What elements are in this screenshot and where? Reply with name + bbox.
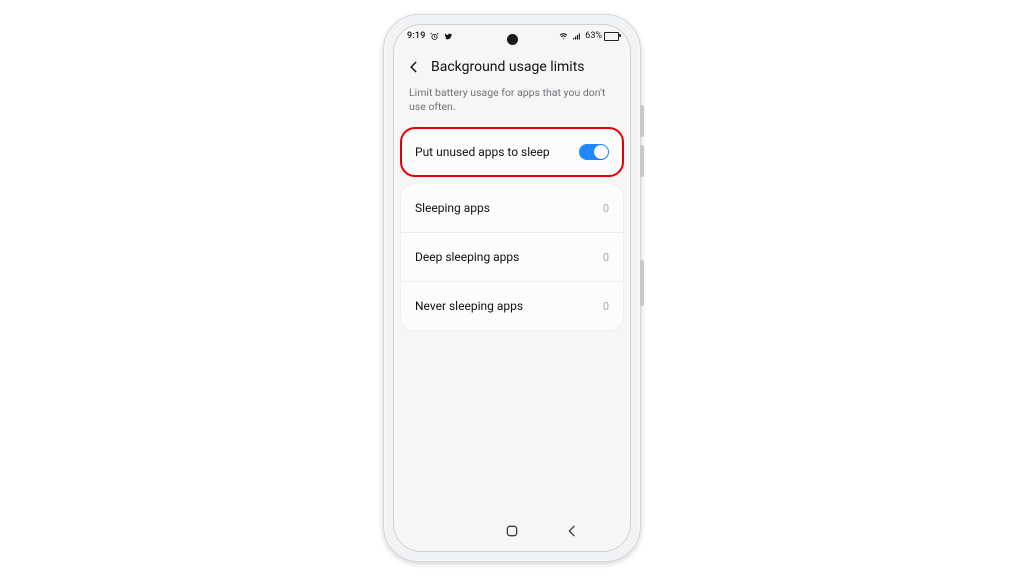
sleeping-apps-count: 0 [603, 202, 609, 215]
put-unused-apps-to-sleep-row[interactable]: Put unused apps to sleep [401, 128, 623, 176]
wifi-icon [559, 32, 568, 41]
deep-sleeping-apps-count: 0 [603, 251, 609, 264]
home-button[interactable] [504, 523, 520, 539]
volume-down-button [640, 145, 644, 177]
page-header: Background usage limits [393, 48, 631, 86]
toggle-card: Put unused apps to sleep [401, 128, 623, 176]
put-unused-apps-to-sleep-switch[interactable] [579, 144, 609, 160]
alarm-icon [430, 32, 439, 41]
battery-percentage: 63% [585, 31, 602, 41]
phone-frame: 9:19 [383, 14, 641, 562]
volume-up-button [640, 105, 644, 137]
status-time: 9:19 [407, 31, 426, 41]
apps-list-card: Sleeping apps 0 Deep sleeping apps 0 Nev… [401, 184, 623, 330]
recents-button[interactable] [445, 523, 461, 539]
toggle-label: Put unused apps to sleep [415, 145, 550, 159]
camera-punch-hole [507, 34, 518, 45]
deep-sleeping-apps-row[interactable]: Deep sleeping apps 0 [401, 232, 623, 281]
deep-sleeping-apps-label: Deep sleeping apps [415, 250, 519, 264]
navigation-bar [393, 514, 631, 552]
nav-back-button[interactable] [564, 523, 580, 539]
sleeping-apps-row[interactable]: Sleeping apps 0 [401, 184, 623, 232]
content-spacer [393, 338, 631, 514]
power-button [640, 260, 644, 306]
never-sleeping-apps-count: 0 [603, 300, 609, 313]
never-sleeping-apps-label: Never sleeping apps [415, 299, 523, 313]
sleeping-apps-label: Sleeping apps [415, 201, 490, 215]
back-icon[interactable] [407, 60, 421, 74]
page-description: Limit battery usage for apps that you do… [393, 86, 631, 128]
battery-indicator: 63% [585, 31, 619, 41]
page-title: Background usage limits [431, 59, 585, 75]
screen: 9:19 [393, 24, 631, 552]
twitter-icon [443, 32, 452, 41]
never-sleeping-apps-row[interactable]: Never sleeping apps 0 [401, 281, 623, 330]
canvas: 9:19 [0, 0, 1024, 576]
signal-icon [572, 32, 581, 41]
